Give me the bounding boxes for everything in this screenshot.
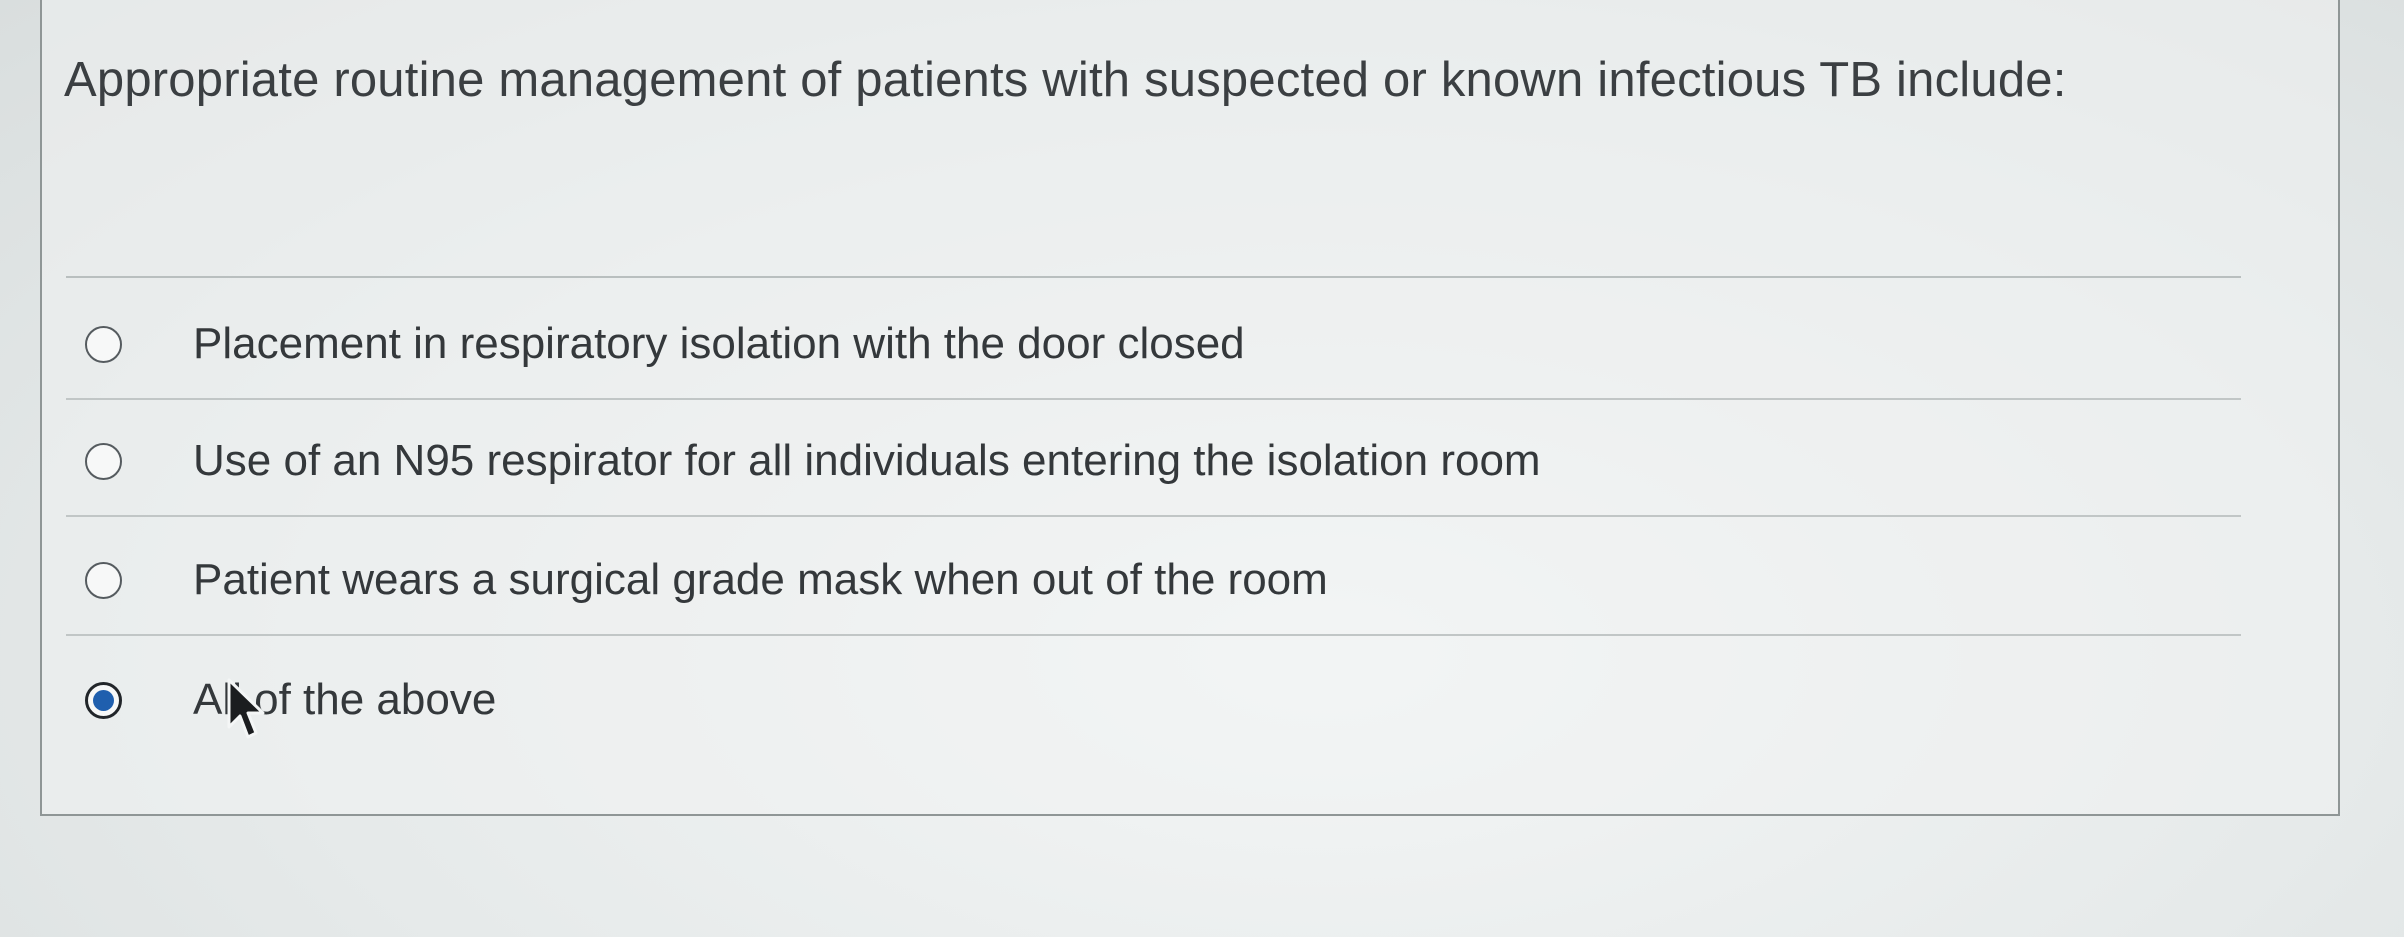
radio-button-unchecked[interactable] (85, 443, 122, 480)
answer-option-label: Patient wears a surgical grade mask when… (193, 555, 1328, 604)
question-divider (66, 276, 2241, 278)
radio-button-unchecked[interactable] (85, 326, 122, 363)
screen: Appropriate routine management of patien… (0, 0, 2404, 937)
answer-option-4[interactable]: All of the above (66, 645, 2241, 755)
answer-option-2[interactable]: Use of an N95 respirator for all individ… (66, 407, 2241, 517)
answer-option-label: Placement in respiratory isolation with … (193, 319, 1245, 368)
answer-option-3[interactable]: Patient wears a surgical grade mask when… (66, 526, 2241, 636)
question-text: Appropriate routine management of patien… (64, 53, 2067, 107)
answer-option-label: Use of an N95 respirator for all individ… (193, 436, 1541, 485)
radio-button-unchecked[interactable] (85, 562, 122, 599)
answer-option-1[interactable]: Placement in respiratory isolation with … (66, 290, 2241, 400)
radio-button-checked[interactable] (85, 682, 122, 719)
answer-option-label: All of the above (193, 675, 497, 724)
